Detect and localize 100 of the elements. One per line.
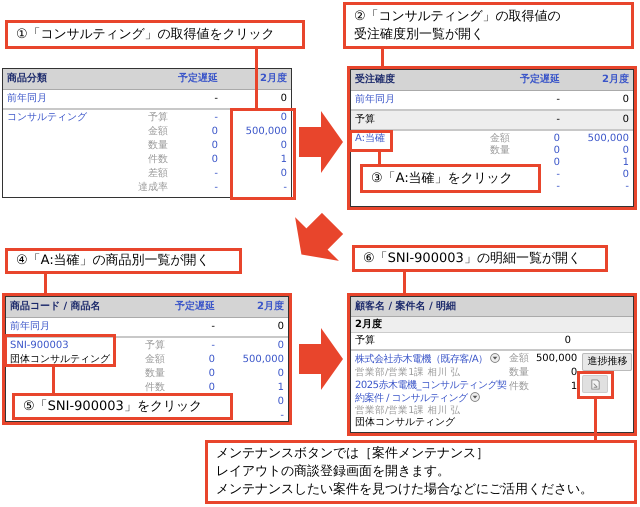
- value-cell-text: 0: [276, 321, 285, 333]
- row-link[interactable]: 前年同月: [7, 93, 156, 105]
- value-cell-text: 1: [622, 157, 630, 169]
- value-cell-text: 0: [622, 169, 630, 181]
- customer-link[interactable]: 株式会社赤木電機（既存客/A）: [355, 354, 488, 365]
- row-link[interactable]: 前年同月: [10, 321, 153, 333]
- metric-label: 金額: [509, 353, 530, 366]
- value-cell-text: -: [555, 114, 561, 126]
- metric-label: 予算: [147, 112, 168, 125]
- column-header: 受注確度: [355, 74, 396, 86]
- owner-text: 営業部/営業1課 相川 弘: [355, 405, 462, 417]
- column-header: 2月度: [256, 301, 285, 313]
- callout-text: メンテナンスしたい案件を見つけた場合などにご活用ください。: [216, 481, 594, 499]
- value-cell-text: 0: [552, 133, 561, 145]
- value-cell-text: 500,000: [534, 353, 578, 366]
- callout-text: レイアウトの商談登録画面を開きます。: [216, 463, 451, 481]
- column-header: 予定遅延: [177, 73, 219, 85]
- value-cell-text: -: [555, 181, 561, 193]
- group-link[interactable]: コンサルティング: [7, 112, 123, 126]
- value-cell-text: 0: [622, 114, 630, 126]
- callout-text: ②「コンサルティング」の取得値の: [354, 8, 562, 26]
- arrow-icon: [299, 111, 343, 173]
- column-header: 商品コード / 商品名: [10, 301, 102, 313]
- value-cell-text: -: [210, 321, 216, 333]
- value-cell-text: 0: [622, 145, 630, 157]
- value-cell-text: 0: [552, 157, 561, 169]
- column-header: 予定遅延: [519, 74, 561, 86]
- product-name: 団体コンサルティング: [355, 417, 456, 430]
- deal-link[interactable]: 2025赤木電機_コンサルティング契約案件 / コンサルティング: [355, 379, 510, 405]
- value-cell-text: -: [213, 112, 219, 125]
- group-link[interactable]: A:当確: [355, 133, 465, 145]
- metric-label: 数量: [147, 140, 168, 153]
- metric-label: 数量: [144, 368, 165, 381]
- value-cell-text: -: [213, 93, 219, 105]
- document-icon: [590, 378, 601, 390]
- callout-text: ⑤「SNI-900003」をクリック: [23, 398, 203, 416]
- metric-label: 金額: [144, 354, 165, 367]
- value-cell-text: 0: [208, 368, 216, 381]
- value-cell-text: 0: [280, 168, 288, 181]
- row-label: 予算: [355, 114, 376, 126]
- value-cell-text: 0: [208, 382, 216, 395]
- column-header: 予定遅延: [174, 301, 216, 313]
- row-link[interactable]: 前年同月: [355, 94, 498, 106]
- value-cell-text: 0: [276, 368, 285, 381]
- callout-text: ③「A:当確」をクリック: [371, 170, 514, 188]
- value-cell-text: 500,000: [242, 354, 285, 367]
- metric-label: 達成率: [137, 182, 168, 195]
- value-cell-text: 0: [208, 354, 216, 367]
- metric-label: 件数: [509, 381, 530, 394]
- value-cell-text: 0: [280, 93, 288, 105]
- column-header: 商品分類: [7, 73, 48, 85]
- value-cell-text: 0: [622, 94, 630, 106]
- value-cell-text: 1: [276, 382, 285, 395]
- value-cell-text: 0: [210, 154, 219, 167]
- metric-label: 差額: [147, 168, 168, 181]
- metric-label: 金額: [147, 126, 168, 139]
- value-cell-text: 1: [570, 381, 578, 394]
- dropdown-icon[interactable]: [470, 392, 480, 402]
- value-cell-text: 0: [210, 140, 219, 153]
- metric-label: 件数: [147, 154, 168, 167]
- value-cell-text: 500,000: [244, 126, 288, 139]
- metric-label: 金額: [489, 133, 510, 145]
- value-cell-text: 0: [570, 367, 578, 380]
- row-label: 予算: [355, 335, 376, 347]
- group-label: 団体コンサルティング: [10, 354, 111, 367]
- group-link[interactable]: SNI-900003: [10, 340, 120, 354]
- arrow-icon: [299, 328, 343, 390]
- value-cell-text: 500,000: [586, 133, 630, 145]
- metric-label: 数量: [509, 367, 530, 380]
- callout-text: ④「A:当確」の商品別一覧が開く: [16, 252, 211, 270]
- column-header: 顧客名 / 案件名 / 明細: [355, 300, 456, 312]
- value-cell-text: 1: [280, 154, 288, 167]
- column-header: 2月度: [259, 73, 288, 85]
- value-cell-text: -: [624, 181, 630, 193]
- column-header: 2月度: [601, 74, 630, 86]
- value-cell-text: -: [213, 182, 219, 195]
- value-cell-text: -: [213, 168, 219, 181]
- callout-text: 受注確度別一覧が開く: [354, 26, 485, 44]
- callout-text: ①「コンサルティング」の取得値をクリック: [16, 26, 276, 44]
- value-cell-text: 0: [552, 145, 561, 157]
- value-cell-text: -: [555, 169, 561, 181]
- owner-text: 営業部/営業1課 相川 弘: [355, 367, 462, 379]
- value-cell-text: -: [555, 94, 561, 106]
- value-cell-text: -: [279, 410, 285, 421]
- value-cell-text: 0: [210, 126, 219, 139]
- callout-text: メンテナンスボタンでは［案件メンテナンス］: [216, 445, 490, 463]
- maintenance-button[interactable]: [582, 375, 608, 393]
- metric-label: 予算: [144, 340, 165, 353]
- value-cell-text: -: [282, 182, 288, 195]
- progress-button[interactable]: 進捗推移: [582, 353, 632, 371]
- value-cell-text: 0: [280, 112, 288, 125]
- value-cell-text: -: [210, 340, 216, 353]
- value-cell-text: 0: [564, 335, 571, 347]
- value-cell-text: 0: [276, 340, 285, 353]
- metric-label: 数量: [489, 145, 510, 157]
- metric-label: 件数: [144, 382, 165, 395]
- dropdown-icon[interactable]: [490, 353, 500, 363]
- value-cell-text: 0: [280, 140, 288, 153]
- value-cell-text: 0: [276, 396, 285, 409]
- period-label: 2月度: [355, 318, 382, 330]
